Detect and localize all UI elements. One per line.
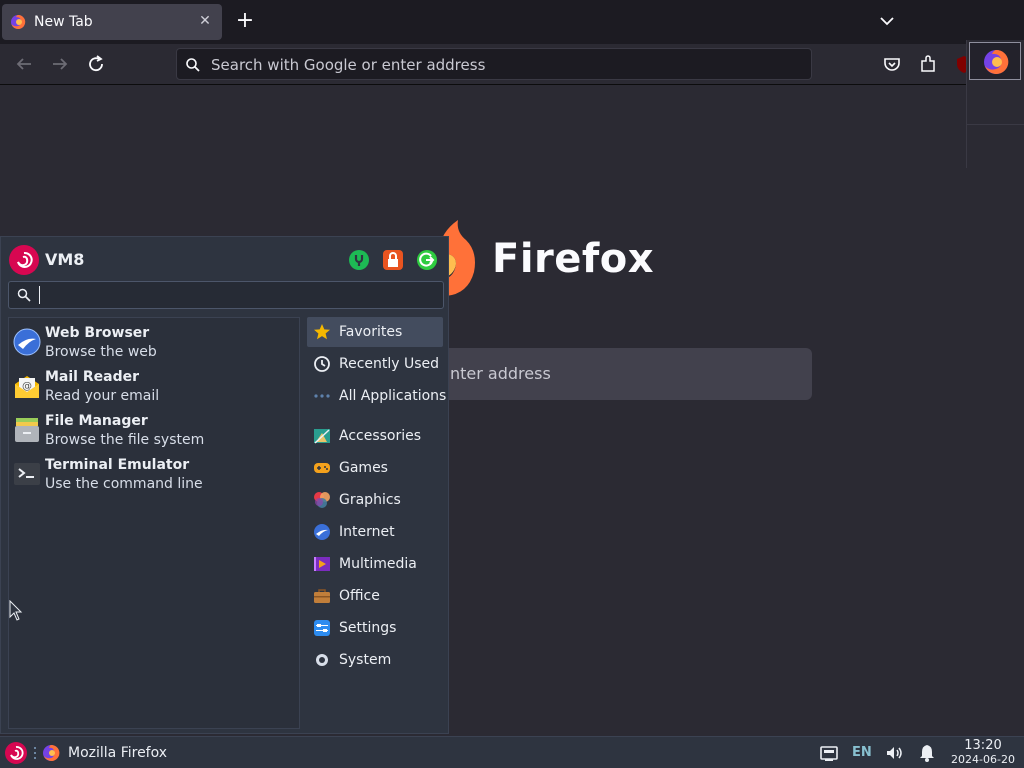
firefox-logo-icon xyxy=(984,49,1009,74)
newtab-search-placeholder: nter address xyxy=(450,364,551,383)
app-web-browser[interactable]: Web Browser Browse the web xyxy=(9,320,299,364)
accessories-icon xyxy=(314,429,330,444)
mail-reader-icon: @ xyxy=(15,376,39,398)
graphics-icon xyxy=(314,492,330,508)
app-terminal-emulator[interactable]: Terminal Emulator Use the command line xyxy=(9,452,299,496)
username-label: VM8 xyxy=(45,250,85,269)
terminal-icon xyxy=(14,463,40,485)
clock[interactable]: 13:20 2024-06-20 xyxy=(946,738,1020,767)
settings-manager-icon[interactable] xyxy=(348,249,370,271)
clock-icon xyxy=(314,356,330,372)
category-office[interactable]: Office xyxy=(307,581,443,611)
category-label: Internet xyxy=(339,524,395,540)
category-label: Multimedia xyxy=(339,556,417,572)
category-graphics[interactable]: Graphics xyxy=(307,485,443,515)
firefox-view-panel xyxy=(966,40,1024,168)
log-out-icon[interactable] xyxy=(416,249,438,271)
menu-search-input[interactable] xyxy=(37,285,441,307)
app-name: Mail Reader xyxy=(45,369,139,385)
app-name: Terminal Emulator xyxy=(45,457,190,473)
text-cursor xyxy=(39,286,40,304)
volume-icon[interactable] xyxy=(884,743,904,763)
close-tab-icon[interactable]: ✕ xyxy=(196,12,214,30)
category-label: Accessories xyxy=(339,428,422,444)
chevron-down-icon[interactable] xyxy=(876,10,898,32)
app-description: Browse the file system xyxy=(45,432,205,448)
settings-icon xyxy=(314,620,330,636)
clock-time: 13:20 xyxy=(964,738,1002,753)
extensions-icon[interactable] xyxy=(917,53,939,75)
debian-menu-icon[interactable] xyxy=(4,741,28,765)
category-label: Office xyxy=(339,588,380,604)
tab-new-tab[interactable]: New Tab ✕ xyxy=(2,4,222,40)
category-label: Games xyxy=(339,460,388,476)
address-input[interactable] xyxy=(209,53,803,77)
clock-date: 2024-06-20 xyxy=(951,753,1015,766)
category-system[interactable]: System xyxy=(307,645,443,675)
taskbar-window-title: Mozilla Firefox xyxy=(68,745,168,761)
taskbar-window-firefox[interactable]: Mozilla Firefox xyxy=(40,739,220,767)
network-icon[interactable] xyxy=(819,743,839,763)
pocket-icon[interactable] xyxy=(881,53,903,75)
internet-icon xyxy=(314,524,330,540)
firefox-wordmark: Firefox xyxy=(492,236,655,282)
debian-logo-icon xyxy=(9,245,39,275)
app-name: Web Browser xyxy=(45,325,150,341)
category-label: Recently Used xyxy=(339,356,440,372)
category-internet[interactable]: Internet xyxy=(307,517,443,547)
firefox-icon xyxy=(43,744,60,761)
category-list: Favorites Recently Used All Applications xyxy=(307,317,447,729)
reload-icon[interactable] xyxy=(84,52,108,76)
category-label: System xyxy=(339,652,392,668)
category-favorites[interactable]: Favorites xyxy=(307,317,443,347)
system-icon xyxy=(316,654,328,666)
category-label: Graphics xyxy=(339,492,401,508)
new-tab-button[interactable]: + xyxy=(234,10,256,32)
search-icon xyxy=(17,288,31,302)
file-manager-icon xyxy=(15,418,39,442)
back-arrow-icon[interactable] xyxy=(12,52,36,76)
search-icon xyxy=(186,58,200,72)
category-label: Settings xyxy=(339,620,397,636)
menu-search-field[interactable] xyxy=(8,281,444,309)
keyboard-layout-indicator[interactable]: EN xyxy=(852,745,872,760)
application-list: Web Browser Browse the web @ Mail Reader… xyxy=(8,317,300,729)
star-icon xyxy=(314,324,330,340)
app-description: Browse the web xyxy=(45,344,157,360)
mouse-cursor-icon xyxy=(9,600,23,621)
application-menu: VM8 Web Browser Browse the web @ Mail Re… xyxy=(0,236,449,734)
drag-handle-icon xyxy=(34,747,36,759)
category-settings[interactable]: Settings xyxy=(307,613,443,643)
firefox-icon xyxy=(11,14,26,29)
category-multimedia[interactable]: Multimedia xyxy=(307,549,443,579)
forward-arrow-icon[interactable] xyxy=(48,52,72,76)
firefox-view-button[interactable] xyxy=(969,42,1021,80)
divider xyxy=(967,124,1024,125)
category-accessories[interactable]: Accessories xyxy=(307,421,443,451)
app-mail-reader[interactable]: @ Mail Reader Read your email xyxy=(9,364,299,408)
nav-bar xyxy=(0,44,1024,85)
taskbar: Mozilla Firefox EN 13:20 2024-06-20 xyxy=(0,736,1024,768)
app-description: Use the command line xyxy=(45,476,203,492)
tab-title: New Tab xyxy=(34,14,93,30)
tab-strip: New Tab ✕ + xyxy=(0,0,1024,44)
app-name: File Manager xyxy=(45,413,148,429)
multimedia-icon xyxy=(314,557,330,571)
notification-bell-icon[interactable] xyxy=(917,743,937,763)
lock-screen-icon[interactable] xyxy=(382,249,404,271)
briefcase-icon xyxy=(314,589,330,603)
web-browser-icon xyxy=(13,328,41,356)
category-label: All Applications xyxy=(339,388,447,404)
gamepad-icon xyxy=(314,463,330,473)
app-description: Read your email xyxy=(45,388,160,404)
category-all-applications[interactable]: All Applications xyxy=(307,381,447,411)
category-label: Favorites xyxy=(339,324,403,340)
url-bar[interactable] xyxy=(176,48,812,80)
category-recently-used[interactable]: Recently Used xyxy=(307,349,443,379)
app-file-manager[interactable]: File Manager Browse the file system xyxy=(9,408,299,452)
category-games[interactable]: Games xyxy=(307,453,443,483)
dots-icon xyxy=(314,394,330,398)
newtab-search-box[interactable]: nter address xyxy=(420,348,812,400)
